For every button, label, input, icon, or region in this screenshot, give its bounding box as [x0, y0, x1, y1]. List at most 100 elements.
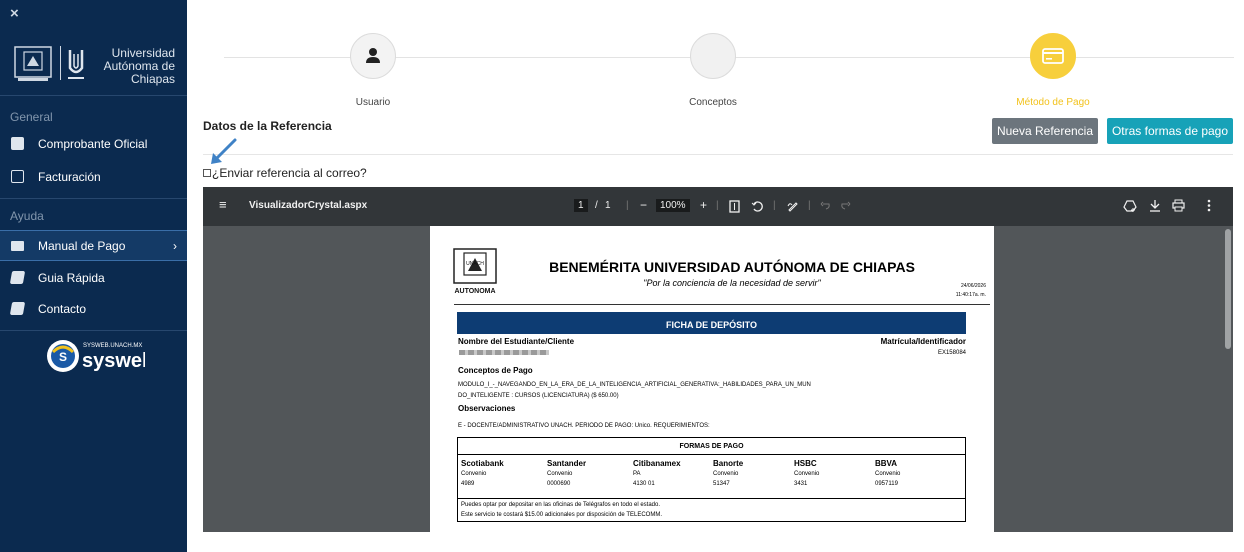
concepts-label: Conceptos de Pago: [458, 366, 533, 375]
document-icon: [11, 137, 24, 150]
payment-stepper: Usuario Conceptos Método de Pago: [187, 0, 1244, 112]
bank-number: 4989: [461, 481, 475, 487]
document-title: BENEMÉRITA UNIVERSIDAD AUTÓNOMA DE CHIAP…: [549, 259, 915, 275]
sysweb-brand: sysweb: [82, 350, 145, 372]
pointer-arrow-icon: [211, 138, 237, 164]
sidebar: × Universidad Autónoma de Chiapas Genera…: [0, 0, 187, 552]
telecomm-fee-note: Este servicio te costará $15.00 adiciona…: [461, 512, 662, 518]
section-title-ayuda: Ayuda: [10, 209, 44, 223]
step-usuario[interactable]: Usuario: [293, 33, 453, 108]
other-payment-methods-button[interactable]: Otras formas de pago: [1107, 118, 1233, 144]
email-reference-label: ¿Enviar referencia al correo?: [212, 166, 367, 180]
nav-item-contacto[interactable]: Contacto: [0, 293, 187, 324]
drive-icon[interactable]: [1123, 199, 1137, 213]
bank-name: Scotiabank: [461, 459, 504, 468]
header-rule: [454, 304, 990, 305]
nav-item-facturacion[interactable]: Facturación: [0, 161, 187, 192]
nav-label: Contacto: [38, 301, 87, 316]
payment-forms-title: FORMAS DE PAGO: [458, 438, 965, 455]
email-reference-checkbox-row[interactable]: ¿Enviar referencia al correo?: [203, 166, 367, 180]
bank-type: PA: [633, 471, 641, 477]
university-name: Universidad Autónoma de Chiapas: [103, 46, 175, 86]
bank-type: Convenio: [547, 471, 573, 477]
bank-name: BBVA: [875, 459, 898, 468]
zoom-level-input[interactable]: 100%: [656, 199, 690, 212]
zoom-in-button[interactable]: +: [700, 198, 707, 212]
logo-divider: [60, 46, 61, 80]
bank-number: 3431: [794, 481, 808, 487]
observations-text: E - DOCENTE/ADMINISTRATIVO UNACH. PERIOD…: [458, 423, 710, 429]
section-title-general: General: [10, 110, 53, 124]
bank-number: 4130 01: [633, 481, 655, 487]
pdf-viewer: ≡ VisualizadorCrystal.aspx 1 / 1 | − 100…: [203, 187, 1233, 532]
page-number-input[interactable]: 1: [574, 199, 588, 212]
nav-item-guia-rapida[interactable]: Guia Rápida: [0, 262, 187, 293]
page-total: 1: [605, 200, 611, 211]
menu-icon[interactable]: ≡: [219, 197, 227, 212]
nav-label: Manual de Pago: [38, 238, 126, 253]
document-date: 24/06/2026: [960, 283, 986, 289]
nav-label: Guia Rápida: [38, 270, 105, 285]
bank-column: Scotiabank Convenio 4989: [461, 459, 504, 489]
zoom-out-button[interactable]: −: [640, 198, 647, 212]
nav-item-comprobante-oficial[interactable]: Comprobante Oficial: [0, 128, 187, 159]
bank-name: Citibanamex: [633, 459, 681, 468]
print-icon[interactable]: [1172, 199, 1185, 212]
telegraph-note: Puedes optar por depositar en las oficin…: [461, 502, 661, 508]
payment-forms-table: FORMAS DE PAGO Scotiabank Convenio 4989 …: [457, 437, 966, 522]
table-rule: [458, 498, 965, 499]
sidebar-divider: [0, 330, 187, 331]
toolbar-divider: |: [716, 200, 719, 211]
bank-number: 51347: [713, 481, 730, 487]
bank-type: Convenio: [794, 471, 820, 477]
nav-label: Comprobante Oficial: [38, 136, 148, 151]
student-label: Nombre del Estudiante/Cliente: [458, 337, 575, 346]
sysweb-logo: S SYSWEB.UNACH.MX sysweb: [47, 340, 145, 372]
page-separator: /: [595, 200, 598, 211]
reference-divider: [203, 154, 1233, 155]
chevron-right-icon: ›: [173, 238, 177, 253]
close-icon[interactable]: ×: [10, 5, 19, 22]
new-reference-button[interactable]: Nueva Referencia: [992, 118, 1098, 144]
undo-icon[interactable]: [820, 201, 831, 211]
annotate-icon[interactable]: [787, 200, 799, 212]
bank-column: Banorte Convenio 51347: [713, 459, 743, 489]
nav-item-manual-de-pago[interactable]: Manual de Pago ›: [0, 230, 187, 261]
sysweb-url: SYSWEB.UNACH.MX: [83, 343, 142, 349]
pdf-toolbar: ≡ VisualizadorCrystal.aspx 1 / 1 | − 100…: [203, 187, 1233, 226]
deposit-band-title: FICHA DE DEPÓSITO: [665, 320, 757, 330]
unach-crest-icon: [14, 46, 52, 81]
step-metodo-de-pago[interactable]: Método de Pago: [973, 33, 1133, 108]
card-icon: [11, 240, 24, 251]
bank-type: Convenio: [713, 471, 739, 477]
id-value: EX158084: [937, 350, 966, 356]
bank-name: Banorte: [713, 459, 744, 468]
concept-line-2: DO_INTELIGENTE : CURSOS (LICENCIATURA) (…: [458, 393, 619, 399]
email-reference-checkbox[interactable]: [203, 169, 211, 177]
university-logo: Universidad Autónoma de Chiapas: [0, 34, 187, 96]
bank-number: 0957119: [875, 481, 898, 487]
svg-text:S: S: [59, 350, 67, 364]
viewer-scrollbar[interactable]: [1225, 229, 1231, 349]
rotate-icon[interactable]: [751, 200, 764, 213]
step-label: Usuario: [355, 97, 391, 108]
toolbar-divider: |: [626, 200, 629, 211]
toolbar-divider: |: [773, 200, 776, 211]
pdf-filename: VisualizadorCrystal.aspx: [249, 200, 368, 211]
bank-column: BBVA Convenio 0957119: [875, 459, 900, 489]
card-icon: [1042, 48, 1064, 64]
reference-title: Datos de la Referencia: [203, 119, 332, 133]
book-icon: [9, 302, 26, 315]
bank-type: Convenio: [875, 471, 901, 477]
redo-icon[interactable]: [840, 201, 851, 211]
toolbar-divider: |: [808, 200, 811, 211]
fit-page-icon[interactable]: [729, 200, 740, 213]
more-icon[interactable]: [1207, 199, 1211, 212]
step-conceptos[interactable]: Conceptos: [633, 33, 793, 108]
document-time: 11:40:17a. m.: [955, 292, 986, 298]
observations-label: Observaciones: [458, 404, 516, 413]
user-icon: [366, 48, 380, 63]
download-icon[interactable]: [1149, 199, 1161, 213]
crest-bottom-text: AUTONOMA: [454, 288, 495, 295]
document-datetime: 24/06/2026 11:40:17a. m.: [956, 282, 986, 300]
